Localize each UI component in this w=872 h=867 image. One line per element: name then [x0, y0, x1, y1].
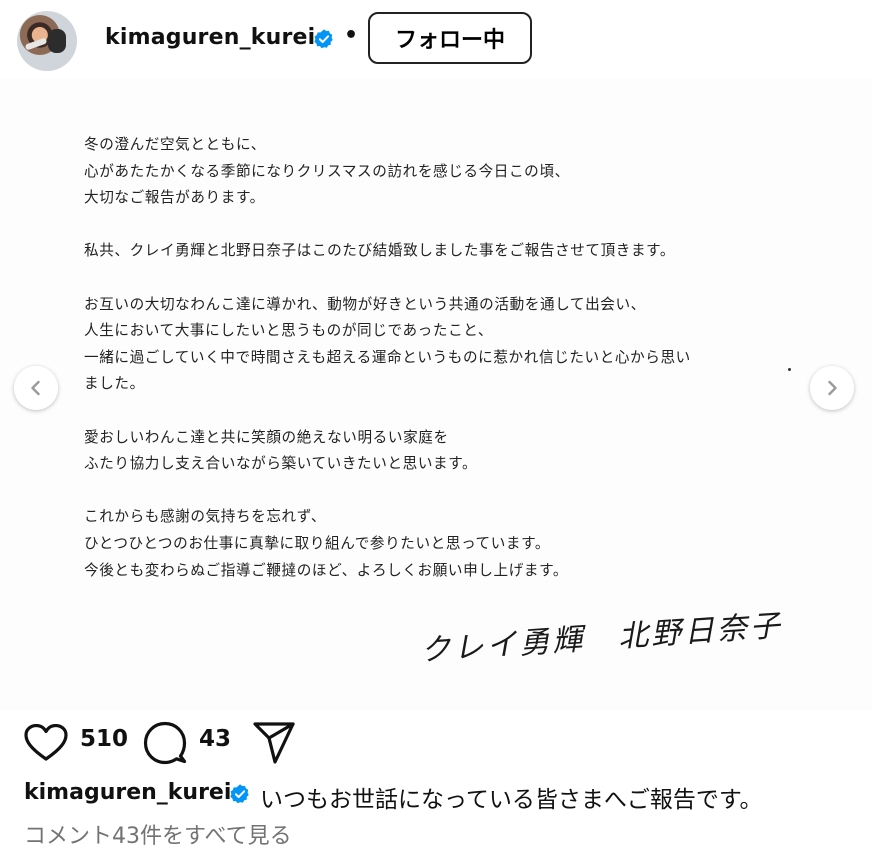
letter-line: 人生において大事にしたいと思うものが同じであったこと、 — [84, 322, 494, 340]
letter-line: ふたり協力し支え合いながら築いていきたいと思います。 — [84, 455, 478, 473]
verified-badge-icon — [314, 29, 333, 49]
post-header: kimaguren_kurei • フォロー中 — [0, 0, 872, 78]
letter-line: 私共、クレイ勇輝と北野日奈子はこのたび結婚致しました事をご報告させて頂きます。 — [84, 242, 676, 260]
caption: kimaguren_kurei いつもお世話になっている皆さまへご報告です。 — [24, 780, 864, 814]
letter-line: 冬の澄んだ空気とともに、 — [84, 136, 266, 153]
chevron-right-icon — [828, 380, 837, 396]
letter-line: これからも感謝の気持ちを忘れず、 — [84, 508, 327, 526]
letter-line: 今後とも変わらぬご指導ご鞭撻のほど、よろしくお願い申し上げます。 — [84, 561, 569, 579]
carousel-next-button[interactable] — [810, 366, 854, 410]
image-speck — [788, 368, 791, 371]
handwritten-signature: クレイ勇輝 北野日奈子 — [419, 608, 785, 669]
letter-line: 大切なご報告があります。 — [84, 189, 265, 207]
letter-line: お互いの大切なわんこ達に導かれ、動物が好きという共通の活動を通して出会い、 — [84, 295, 646, 313]
caption-text: いつもお世話になっている皆さまへご報告です。 — [260, 787, 763, 813]
letter-line: ひとつひとつのお仕事に真摯に取り組んで参りたいと思っています。 — [84, 535, 551, 552]
following-button[interactable]: フォロー中 — [368, 12, 532, 64]
share-icon[interactable] — [252, 721, 296, 765]
avatar[interactable] — [17, 11, 77, 71]
view-all-comments-link[interactable]: コメント43件をすべて見る — [24, 818, 292, 850]
like-count[interactable]: 510 — [80, 726, 128, 752]
caption-username[interactable]: kimaguren_kurei — [24, 780, 231, 805]
post-image[interactable]: 冬の澄んだ空気とともに、心があたたかくなる季節になりクリスマスの訪れを感じる今日… — [0, 78, 872, 710]
heart-icon[interactable] — [24, 724, 68, 762]
letter-line: ました。 — [84, 375, 145, 393]
letter-line: 愛おしいわんこ達と共に笑顔の絶えない明るい家庭を — [84, 428, 449, 446]
carousel-prev-button[interactable] — [14, 366, 58, 410]
letter-line: 心があたたかくなる季節になりクリスマスの訪れを感じる今日この頃、 — [84, 162, 570, 180]
comment-icon[interactable] — [143, 721, 187, 765]
headphones-shape — [48, 29, 66, 53]
separator-dot: • — [344, 23, 359, 48]
action-bar: 510 43 — [0, 712, 872, 772]
comment-count[interactable]: 43 — [199, 726, 231, 752]
microphone-shape — [24, 37, 48, 51]
verified-badge-icon — [230, 784, 249, 804]
letter-line: 一緒に過ごしていく中で時間さえも超える運命というものに惹かれ信じたいと心から思い — [84, 348, 691, 366]
chevron-left-icon — [31, 380, 40, 396]
username[interactable]: kimaguren_kurei — [105, 25, 315, 50]
